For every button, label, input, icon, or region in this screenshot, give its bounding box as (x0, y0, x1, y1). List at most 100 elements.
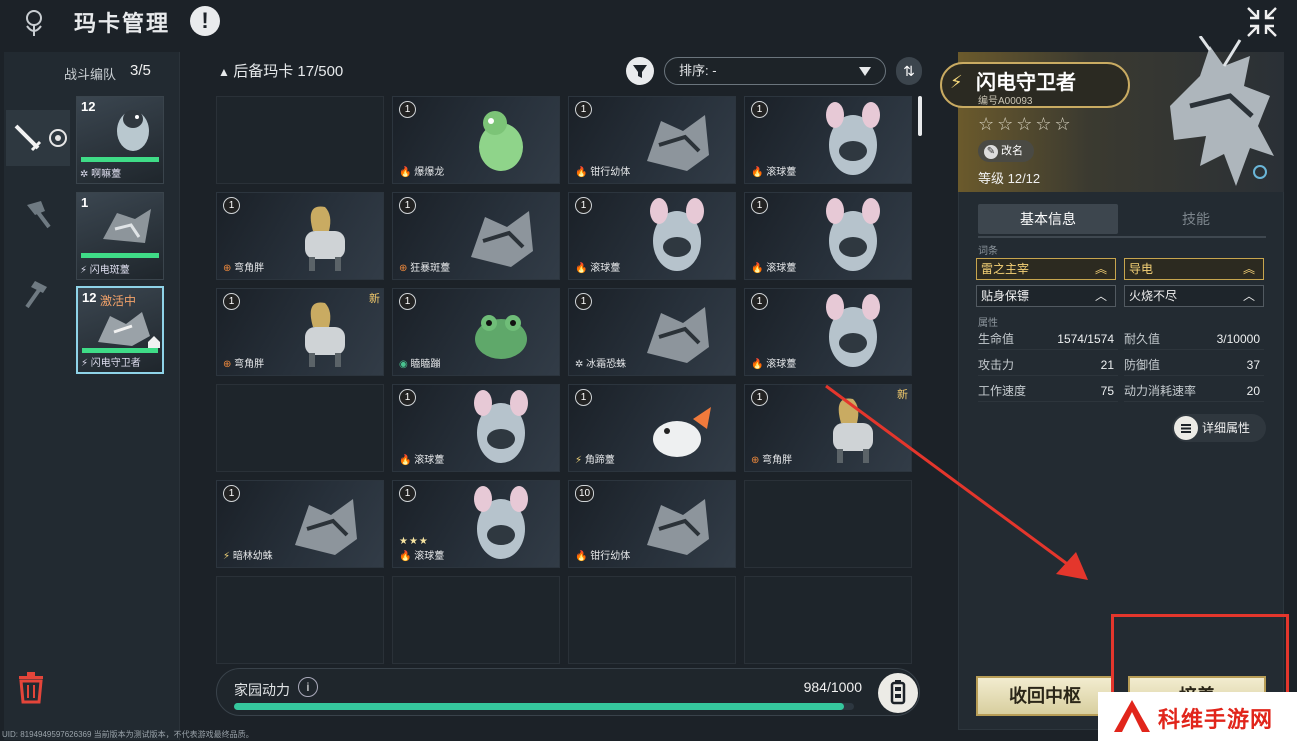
sort-order-button[interactable]: ⇅ (896, 57, 922, 85)
rename-button[interactable]: ✎ 改名 (978, 140, 1034, 162)
collapse-icon[interactable] (1244, 4, 1280, 40)
cross-element-icon: ⊕ (223, 359, 235, 370)
empty-card-slot[interactable] (568, 576, 736, 664)
card-level: 1 (223, 293, 240, 310)
empty-card-slot[interactable] (216, 576, 384, 664)
creature-card[interactable]: 1 🔥 爆爆龙 (392, 96, 560, 184)
card-level: 1 (751, 197, 768, 214)
entry-item[interactable]: 火烧不尽 ︿ (1124, 285, 1264, 307)
card-level: 10 (575, 485, 595, 502)
creature-portrait (471, 211, 533, 267)
creature-card[interactable]: 1 ✲ 冰霜恐蛛 (568, 288, 736, 376)
bolt-element-icon: ⚡ (575, 455, 585, 466)
card-level: 1 (751, 389, 768, 406)
tab-skills[interactable]: 技能 (1126, 204, 1266, 234)
card-name-text: 滚球薹 (590, 263, 621, 274)
exclamation-icon[interactable]: ! (190, 6, 220, 36)
empty-card-slot[interactable] (392, 576, 560, 664)
card-level: 1 (223, 485, 240, 502)
power-value: 984/1000 (803, 679, 862, 695)
card-name: 🔥 滚球薹 (751, 163, 796, 178)
creature-card[interactable]: 1 🔥 钳行幼体 (568, 96, 736, 184)
entry-item[interactable]: 导电 ︽ (1124, 258, 1264, 280)
slot-name: ✲ 啊嘛薹 (80, 169, 122, 180)
card-level: 1 (575, 389, 592, 406)
empty-card-slot[interactable] (216, 96, 384, 184)
sort-dropdown[interactable]: 排序: - (664, 57, 886, 85)
entry-item[interactable]: 雷之主宰 ︽ (976, 258, 1116, 280)
creature-portrait (305, 302, 345, 367)
creature-portrait (826, 198, 880, 271)
team-slot[interactable]: 1 ⚡ 闪电斑薹 (76, 192, 164, 280)
tab-battle[interactable] (6, 110, 70, 166)
fire-element-icon: 🔥 (751, 167, 767, 178)
warning-triangle-icon: ▲ (218, 65, 234, 79)
page-title: 玛卡管理 (74, 11, 171, 36)
creature-portrait (647, 115, 709, 171)
creature-card[interactable]: 1 ◉ 瞌瞌蹦 (392, 288, 560, 376)
info-icon[interactable]: i (298, 677, 318, 697)
card-name: ⊕ 弯角胖 (751, 451, 792, 466)
creature-card[interactable]: 1 ★★★ 🔥 滚球薹 (392, 480, 560, 568)
creature-card[interactable]: 1 🔥 滚球薹 (744, 96, 912, 184)
tab-tool[interactable] (6, 266, 70, 322)
creature-portrait (117, 110, 149, 151)
slot-name: ⚡ 闪电斑薹 (80, 265, 130, 276)
stat-row: 防御值 37 (1124, 354, 1264, 376)
stat-value: 1574/1574 (1057, 332, 1114, 346)
watermark-text: 科维手游网 (1158, 707, 1274, 732)
fire-element-icon: 🔥 (399, 167, 415, 178)
tab-basic-info[interactable]: 基本信息 (978, 204, 1118, 234)
team-slot[interactable]: 12 激活中 ⚡ 闪电守卫者 (76, 286, 164, 374)
entry-item[interactable]: 贴身保镖 ︿ (976, 285, 1116, 307)
chevron-double-up-icon: ︽ (1242, 262, 1255, 276)
tab-work[interactable] (6, 186, 70, 242)
fire-element-icon: 🔥 (399, 455, 415, 466)
power-label: 家园动力 (234, 682, 290, 698)
card-name: 🔥 滚球薹 (751, 259, 796, 274)
scrollbar[interactable] (918, 96, 922, 136)
reserve-grid: 1 🔥 爆爆龙 1 🔥 钳行幼体 1 🔥 滚球薹 1 ⊕ 弯角胖 1 ⊕ 狂暴斑薹 1 🔥 滚球薹 1 🔥… (212, 92, 912, 664)
creature-portrait (474, 486, 528, 559)
team-count: 3/5 (130, 62, 151, 79)
guild-emblem-icon (26, 10, 42, 36)
creature-id: 编号A00093 (978, 96, 1033, 107)
stat-value: 3/10000 (1216, 332, 1260, 346)
team-slot[interactable]: 12 ✲ 啊嘛薹 (76, 96, 164, 184)
card-level: 1 (399, 197, 416, 214)
creature-card[interactable]: 1 🔥 滚球薹 (568, 192, 736, 280)
creature-portrait (474, 390, 528, 463)
stat-value: 21 (1100, 358, 1114, 372)
creature-portrait (479, 111, 523, 171)
creature-card[interactable]: 1 ⚡ 角蹄薹 (568, 384, 736, 472)
creature-artwork (1170, 36, 1274, 186)
creature-card[interactable]: 1 ⚡ 暗林幼蛛 (216, 480, 384, 568)
battery-button[interactable] (878, 673, 918, 713)
team-label: 战斗编队 (64, 67, 117, 82)
filter-button[interactable] (626, 57, 654, 85)
card-stars: ★★★ (399, 536, 429, 547)
new-badge: 新 (369, 293, 380, 305)
stat-row: 攻击力 21 (978, 354, 1118, 376)
creature-card[interactable]: 1 🔥 滚球薹 (744, 288, 912, 376)
eye-element-icon: ◉ (399, 359, 411, 370)
creature-card[interactable]: 1 ⊕ 弯角胖 (216, 192, 384, 280)
creature-card[interactable]: 1 🔥 滚球薹 (392, 384, 560, 472)
card-name: ⊕ 狂暴斑薹 (399, 259, 450, 274)
creature-name: 闪电守卫者 (976, 72, 1076, 94)
chevron-double-up-icon: ︽ (1094, 262, 1107, 276)
trash-icon[interactable] (16, 670, 46, 704)
detailed-attributes-button[interactable]: 详细属性 (1172, 414, 1266, 442)
stat-row: 生命值 1574/1574 (978, 328, 1118, 350)
creature-card[interactable]: 10 🔥 钳行幼体 (568, 480, 736, 568)
creature-card[interactable]: 1 ⊕ 狂暴斑薹 (392, 192, 560, 280)
fire-element-icon: 🔥 (575, 167, 591, 178)
recall-button[interactable]: 收回中枢 (976, 676, 1114, 716)
creature-card[interactable]: 1 新 ⊕ 弯角胖 (216, 288, 384, 376)
card-level: 1 (575, 197, 592, 214)
card-name: ⊕ 弯角胖 (223, 259, 264, 274)
card-name: 🔥 滚球薹 (575, 259, 620, 274)
card-name-text: 弯角胖 (762, 455, 793, 466)
empty-card-slot[interactable] (216, 384, 384, 472)
creature-card[interactable]: 1 🔥 滚球薹 (744, 192, 912, 280)
